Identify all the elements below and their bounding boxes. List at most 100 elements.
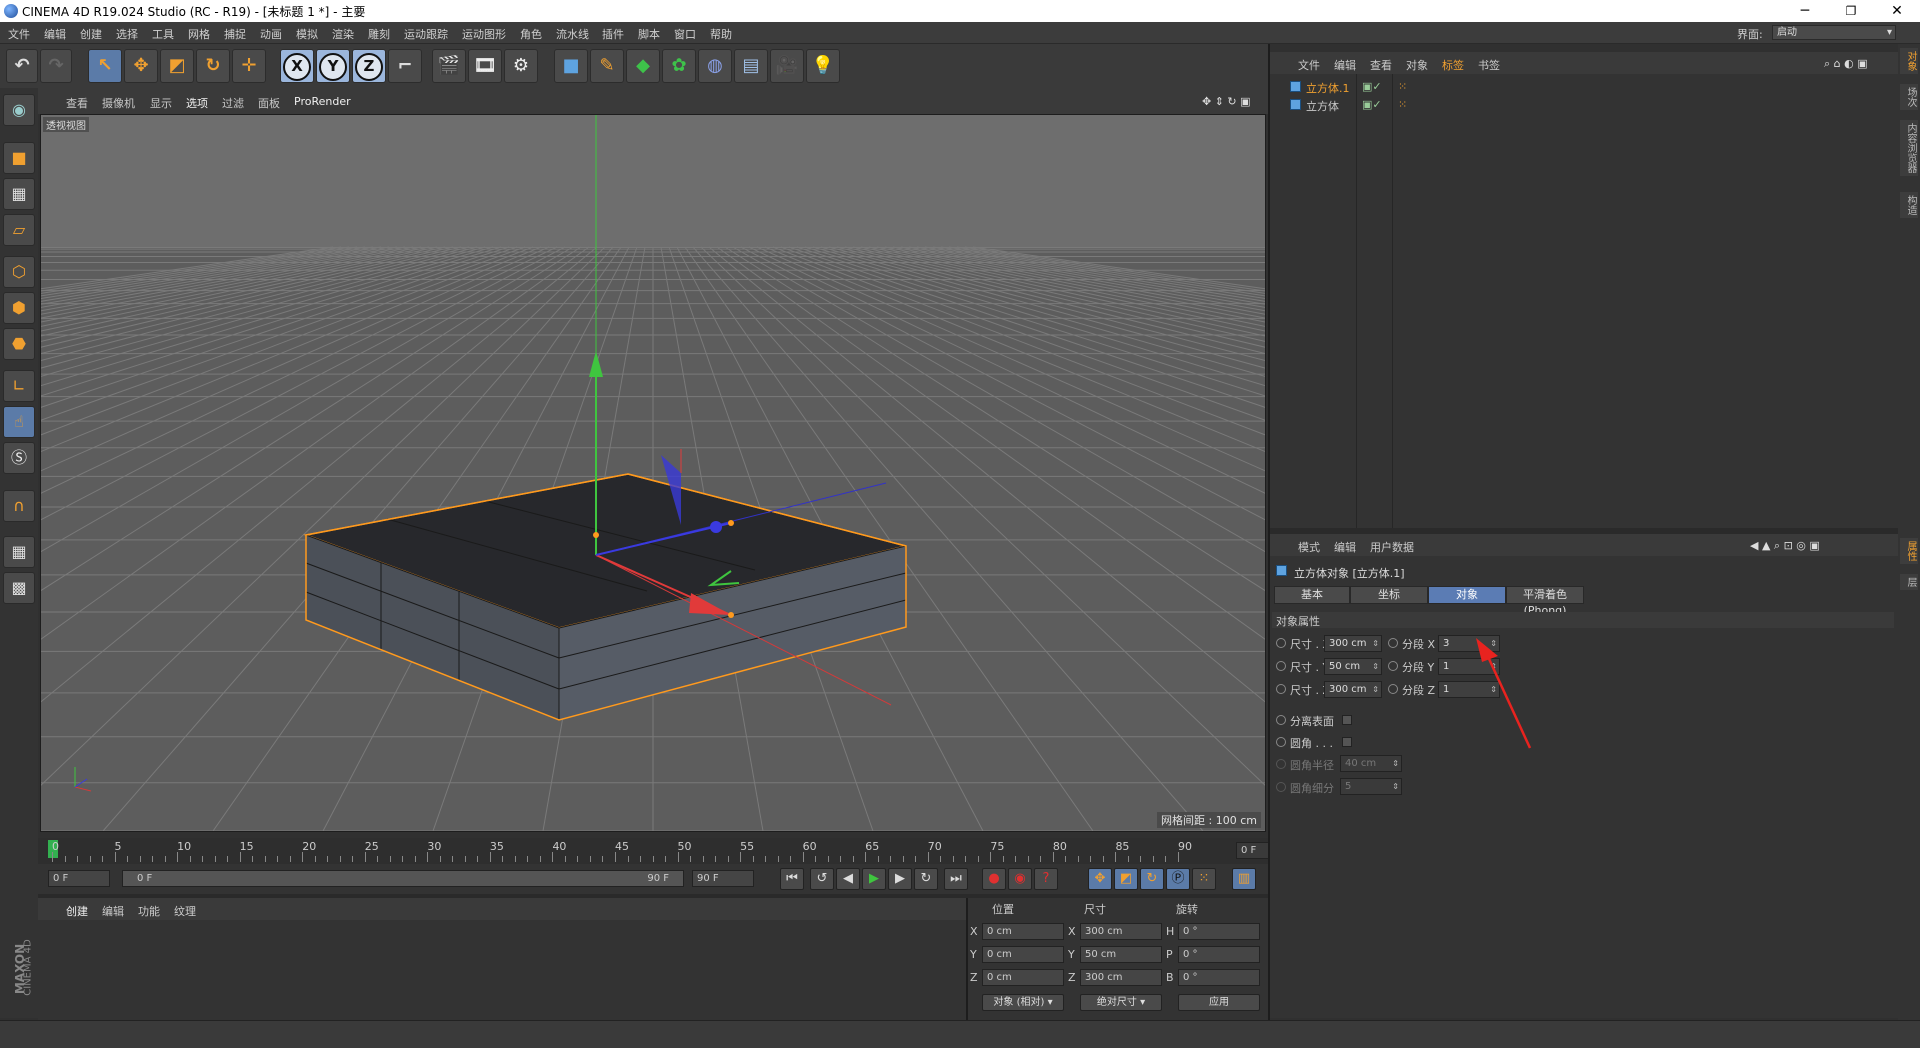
deformer-icon[interactable]: ◍ xyxy=(698,49,732,83)
y-axis-scale-point[interactable] xyxy=(593,532,599,538)
size-x-field[interactable]: 300 cm xyxy=(1080,923,1162,940)
rot-b-field[interactable]: 0 ° xyxy=(1178,969,1260,986)
menu-edit[interactable]: 编辑 xyxy=(44,26,66,42)
menu-character[interactable]: 角色 xyxy=(520,26,542,42)
workplane-mode-icon[interactable]: ▱ xyxy=(3,214,35,246)
pos-z-field[interactable]: 0 cm xyxy=(982,969,1064,986)
menu-select[interactable]: 选择 xyxy=(116,26,138,42)
animate-seg-y-radio[interactable] xyxy=(1388,661,1398,671)
viewport-scene[interactable] xyxy=(41,115,1265,831)
object-menu-objects[interactable]: 对象 xyxy=(1406,57,1428,73)
material-menu-texture[interactable]: 纹理 xyxy=(174,903,196,919)
next-keyframe-icon[interactable]: ↻ xyxy=(914,868,938,890)
render-picture-viewer-icon[interactable]: 🎞 xyxy=(468,49,502,83)
scale-icon[interactable]: ◩ xyxy=(160,49,194,83)
object-manager-search-icon[interactable]: ⌕ ⌂ ◐ ▣ xyxy=(1824,57,1868,71)
animate-size-z-radio[interactable] xyxy=(1276,684,1286,694)
object-menu-view[interactable]: 查看 xyxy=(1370,57,1392,73)
model-mode-icon[interactable]: ■ xyxy=(3,142,35,174)
material-menu-create[interactable]: 创建 xyxy=(66,903,88,919)
side-tab-content-browser[interactable]: 内容浏览器 xyxy=(1900,120,1918,176)
key-rotation-icon[interactable]: ↻ xyxy=(1140,868,1164,890)
material-menu-edit[interactable]: 编辑 xyxy=(102,903,124,919)
material-menu-function[interactable]: 功能 xyxy=(138,903,160,919)
rotate-icon[interactable]: ↻ xyxy=(196,49,230,83)
size-z-input[interactable]: 300 cm ⇕ xyxy=(1324,681,1382,698)
side-tab-layers[interactable]: 层 xyxy=(1900,574,1918,590)
pos-y-field[interactable]: 0 cm xyxy=(982,946,1064,963)
snap-icon[interactable]: ∩ xyxy=(3,490,35,522)
panel-divider[interactable] xyxy=(38,894,1268,898)
undo-icon[interactable]: ↶ xyxy=(6,49,38,83)
close-button[interactable]: ✕ xyxy=(1874,0,1920,22)
tab-phong[interactable]: 平滑着色(Phong) xyxy=(1506,586,1584,617)
object-name[interactable]: 立方体 xyxy=(1306,98,1339,114)
object-row-cube-1[interactable]: 立方体.1 ▣✓ ⁙ xyxy=(1270,78,1898,96)
fillet-checkbox[interactable] xyxy=(1342,737,1352,747)
tweak-mode-icon[interactable]: ☝ xyxy=(3,406,35,438)
subdivision-surface-icon[interactable]: ◆ xyxy=(626,49,660,83)
key-scale-icon[interactable]: ◩ xyxy=(1114,868,1138,890)
menu-window[interactable]: 窗口 xyxy=(674,26,696,42)
material-manager-area[interactable] xyxy=(38,920,966,1020)
animate-separate-surfaces-radio[interactable] xyxy=(1276,715,1286,725)
viewport-menu-cameras[interactable]: 摄像机 xyxy=(102,95,135,111)
tag-icon[interactable]: ⁙ xyxy=(1398,98,1407,111)
recent-tool-icon[interactable]: ✛ xyxy=(232,49,266,83)
go-to-start-icon[interactable]: ⏮ xyxy=(780,868,804,890)
maximize-button[interactable]: ❐ xyxy=(1828,0,1874,22)
menu-help[interactable]: 帮助 xyxy=(710,26,732,42)
polygons-mode-icon[interactable]: ⬣ xyxy=(3,328,35,360)
end-frame-field[interactable]: 90 F xyxy=(692,870,754,887)
menu-render[interactable]: 渲染 xyxy=(332,26,354,42)
time-range-slider[interactable]: 0 F 90 F xyxy=(122,870,684,887)
z-axis-scale-point[interactable] xyxy=(728,520,734,526)
key-parameter-icon[interactable]: Ⓟ xyxy=(1166,868,1190,890)
spinner-icon[interactable]: ⇕ xyxy=(1372,636,1379,651)
play-icon[interactable]: ▶ xyxy=(862,868,886,890)
visibility-toggle-icon[interactable]: ▣✓ xyxy=(1362,98,1382,111)
apply-button[interactable]: 应用 xyxy=(1178,994,1260,1011)
size-z-field[interactable]: 300 cm xyxy=(1080,969,1162,986)
interface-layout-select[interactable]: 启动 ▾ xyxy=(1772,25,1896,40)
minimize-button[interactable]: ─ xyxy=(1782,0,1828,22)
size-y-field[interactable]: 50 cm xyxy=(1080,946,1162,963)
animate-seg-z-radio[interactable] xyxy=(1388,684,1398,694)
render-view-icon[interactable]: 🎬 xyxy=(432,49,466,83)
object-name[interactable]: 立方体.1 xyxy=(1306,80,1350,96)
texture-mode-icon[interactable]: ▦ xyxy=(3,178,35,210)
viewport-menu-options[interactable]: 选项 xyxy=(186,95,208,111)
animate-seg-x-radio[interactable] xyxy=(1388,638,1398,648)
menu-simulate[interactable]: 模拟 xyxy=(296,26,318,42)
panel-divider[interactable] xyxy=(966,898,968,1020)
points-mode-icon[interactable]: ⬡ xyxy=(3,256,35,288)
pen-spline-icon[interactable]: ✎ xyxy=(590,49,624,83)
object-menu-file[interactable]: 文件 xyxy=(1298,57,1320,73)
menu-mesh[interactable]: 网格 xyxy=(188,26,210,42)
z-axis-lock-icon[interactable]: Z xyxy=(352,49,386,83)
object-menu-edit[interactable]: 编辑 xyxy=(1334,57,1356,73)
rot-p-field[interactable]: 0 ° xyxy=(1178,946,1260,963)
menu-tools[interactable]: 工具 xyxy=(152,26,174,42)
make-editable-icon[interactable]: ◉ xyxy=(3,94,35,126)
cloner-icon[interactable]: ✿ xyxy=(662,49,696,83)
attribute-menu-user-data[interactable]: 用户数据 xyxy=(1370,539,1414,555)
light-icon[interactable]: 💡 xyxy=(806,49,840,83)
timeline-ruler[interactable]: 0 5 10 15 20 25 30 35 40 45 50 55 60 65 70 75 80 85 90 0 F xyxy=(38,838,1302,864)
menu-animate[interactable]: 动画 xyxy=(260,26,282,42)
viewport-menu-view[interactable]: 查看 xyxy=(66,95,88,111)
start-frame-field[interactable]: 0 F xyxy=(48,870,110,887)
floor-icon[interactable]: ▤ xyxy=(734,49,768,83)
object-menu-bookmarks[interactable]: 书签 xyxy=(1478,57,1500,73)
perspective-viewport[interactable]: 透视视图 网格间距 : 100 cm xyxy=(40,114,1266,832)
tab-basic[interactable]: 基本 xyxy=(1274,586,1350,604)
axis-mode-icon[interactable]: ∟ xyxy=(3,370,35,402)
spinner-icon[interactable]: ⇕ xyxy=(1372,659,1379,674)
go-to-end-icon[interactable]: ⏭ xyxy=(944,868,968,890)
pos-x-field[interactable]: 0 cm xyxy=(982,923,1064,940)
edges-mode-icon[interactable]: ⬢ xyxy=(3,292,35,324)
timeline-window-icon[interactable]: ▥ xyxy=(1232,868,1256,890)
viewport-menu-display[interactable]: 显示 xyxy=(150,95,172,111)
tag-icon[interactable]: ⁙ xyxy=(1398,80,1407,93)
animate-fillet-radio[interactable] xyxy=(1276,737,1286,747)
